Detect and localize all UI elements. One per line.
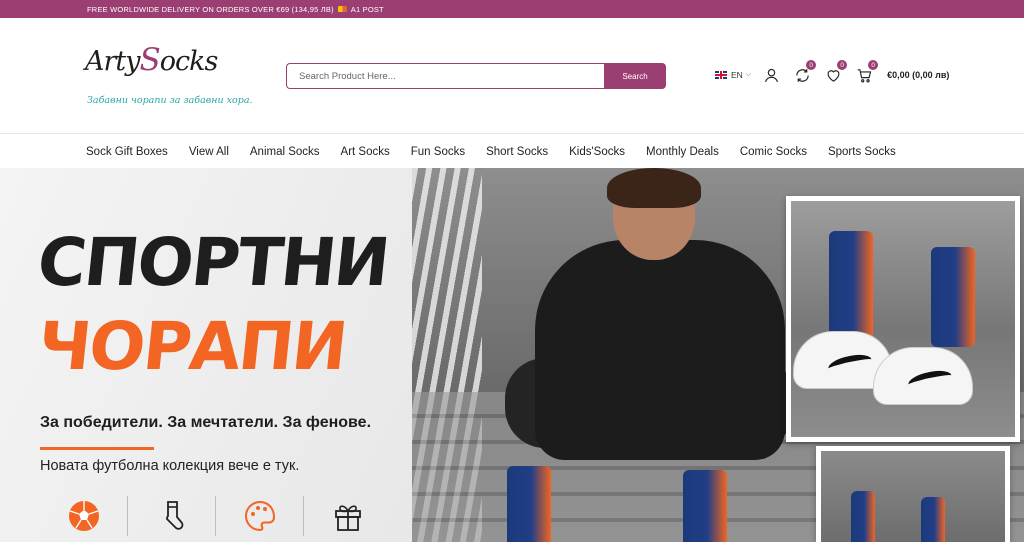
chevron-down-icon: ⌵ xyxy=(745,71,752,78)
sock-icon xyxy=(165,501,183,530)
logo-wordmark: ArtySocks xyxy=(85,42,218,78)
sneaker-right xyxy=(873,347,973,405)
nav-sports-socks[interactable]: Sports Socks xyxy=(828,146,896,158)
nav-sock-gift-boxes[interactable]: Sock Gift Boxes xyxy=(86,146,168,158)
hero-divider xyxy=(40,447,154,450)
search-input[interactable] xyxy=(286,63,604,89)
nav-animal-socks[interactable]: Animal Socks xyxy=(250,146,320,158)
site-logo[interactable]: ArtySocks Забавни чорапи за забавни хора… xyxy=(85,42,253,110)
hero-banner[interactable]: СПОРТНИ ЧОРАПИ За победители. За мечтате… xyxy=(0,168,1024,542)
language-selector[interactable]: EN ⌵ xyxy=(715,70,751,80)
closeup2-sock-right xyxy=(921,497,945,542)
search-bar: Search xyxy=(286,63,666,89)
hero-feature-icons xyxy=(40,496,392,536)
delivery-truck-icon xyxy=(337,6,347,12)
cart-total[interactable]: €0,00 (0,00 лв) xyxy=(887,70,949,80)
wishlist-count-badge: 0 xyxy=(837,60,848,70)
nav-comic-socks[interactable]: Comic Socks xyxy=(740,146,807,158)
hero-headline-line2: ЧОРАПИ xyxy=(33,308,350,385)
model-sock-left xyxy=(507,466,551,542)
compare-count-badge: 0 xyxy=(806,60,817,70)
feature-sock xyxy=(128,496,216,536)
nav-view-all[interactable]: View All xyxy=(189,146,229,158)
uk-flag-icon xyxy=(715,71,727,79)
feature-football xyxy=(40,496,128,536)
compare-button[interactable]: 0 xyxy=(792,60,817,85)
hero-headline-line1: СПОРТНИ xyxy=(33,224,392,301)
search-button[interactable]: Search xyxy=(604,63,666,89)
announcement-bar: FREE WORLDWIDE DELIVERY ON ORDERS OVER €… xyxy=(0,0,1024,18)
model-figure xyxy=(505,168,795,542)
model-hoodie xyxy=(535,240,785,460)
nav-short-socks[interactable]: Short Socks xyxy=(486,146,548,158)
feature-gift xyxy=(304,496,392,536)
language-label: EN xyxy=(731,70,743,80)
wishlist-button[interactable]: 0 xyxy=(823,60,848,85)
header-tools: EN ⌵ 0 0 0 €0,00 (0,00 лв) xyxy=(715,60,949,86)
nav-kids-socks[interactable]: Kids'Socks xyxy=(569,146,625,158)
main-nav: Sock Gift Boxes View All Animal Socks Ar… xyxy=(0,135,1024,168)
nav-fun-socks[interactable]: Fun Socks xyxy=(411,146,465,158)
account-button[interactable] xyxy=(761,65,781,85)
closeup-sock-left xyxy=(829,231,873,341)
user-icon xyxy=(764,68,778,82)
cart-button[interactable]: 0 xyxy=(854,60,879,85)
carrier-text: A1 POST xyxy=(350,4,384,14)
football-icon xyxy=(68,501,99,531)
hero-subtitle-secondary: Новата футболна колекция вече е тук. xyxy=(40,458,300,474)
announcement-text: FREE WORLDWIDE DELIVERY ON ORDERS OVER €… xyxy=(87,4,334,14)
nav-monthly-deals[interactable]: Monthly Deals xyxy=(646,146,719,158)
sneaker-closeup-photo xyxy=(786,196,1020,442)
closeup2-sock-left xyxy=(851,491,875,542)
logo-tagline: Забавни чорапи за забавни хора. xyxy=(87,95,253,106)
feature-palette xyxy=(216,496,304,536)
cart-count-badge: 0 xyxy=(868,60,879,70)
model-sock-right xyxy=(683,470,727,542)
site-header: ArtySocks Забавни чорапи за забавни хора… xyxy=(0,18,1024,134)
second-closeup-photo xyxy=(816,446,1010,542)
hero-subtitle: За победители. За мечтатели. За фенове. xyxy=(40,414,372,431)
nav-art-socks[interactable]: Art Socks xyxy=(341,146,390,158)
gift-icon xyxy=(335,505,361,531)
closeup-sock-right xyxy=(931,247,975,347)
model-hair xyxy=(607,168,701,208)
palette-icon xyxy=(244,500,275,532)
